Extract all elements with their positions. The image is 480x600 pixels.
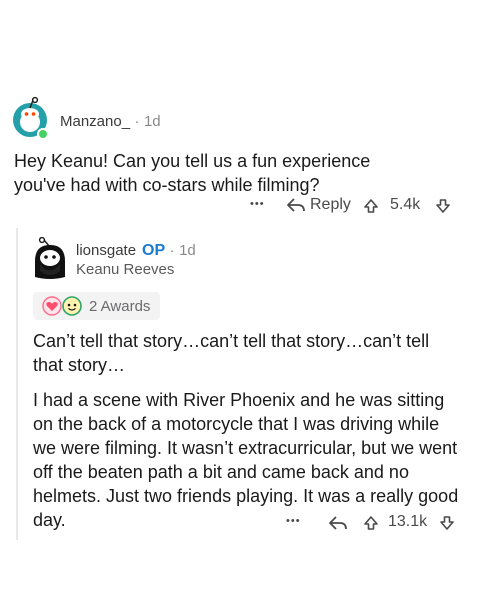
reply-arrow-icon <box>287 198 305 212</box>
comment-avatar[interactable] <box>10 96 50 140</box>
comment-meta: Manzano_ · 1d <box>60 113 161 131</box>
reply-time: 1d <box>179 242 196 259</box>
separator-dot: · <box>134 113 140 130</box>
reply-actions: ••• 13.1k <box>280 513 470 535</box>
more-options-button[interactable]: ••• <box>286 515 301 527</box>
upvote-arrow-icon <box>364 516 378 530</box>
reply-button[interactable]: Reply <box>286 196 351 214</box>
user-flair: Keanu Reeves <box>76 261 175 278</box>
reply-username[interactable]: lionsgate <box>76 242 136 259</box>
comment-actions: ••• Reply 5.4k <box>250 196 470 218</box>
reply-label: Reply <box>310 196 351 213</box>
reddit-snoo-icon <box>13 96 49 140</box>
upvote-button[interactable] <box>364 198 378 219</box>
downvote-arrow-icon <box>436 199 450 213</box>
reply-arrow-icon <box>329 516 347 530</box>
more-options-button[interactable]: ••• <box>250 198 265 210</box>
awards-pill[interactable]: 2 Awards <box>33 292 160 320</box>
wholesome-award-icon <box>62 296 82 316</box>
keanu-snoo-avatar-icon <box>35 236 65 279</box>
downvote-arrow-icon <box>440 516 454 530</box>
heart-award-icon <box>42 296 62 316</box>
reply-score: 13.1k <box>388 513 428 530</box>
thread-line[interactable] <box>16 228 18 540</box>
separator-dot: · <box>169 242 175 259</box>
upvote-button[interactable] <box>364 515 378 536</box>
downvote-button[interactable] <box>436 198 450 219</box>
comment-body: Hey Keanu! Can you tell us a fun experie… <box>14 151 371 195</box>
comment-score: 5.4k <box>390 196 421 213</box>
awards-count-label: 2 Awards <box>89 297 151 315</box>
upvote-arrow-icon <box>364 199 378 213</box>
comment-time: 1d <box>143 113 161 130</box>
reply-paragraph-1: Can’t tell that story…can’t tell that st… <box>33 331 430 375</box>
comment-username[interactable]: Manzano_ <box>60 113 130 130</box>
downvote-button[interactable] <box>440 515 454 536</box>
reply-button[interactable] <box>328 514 348 537</box>
reply-avatar[interactable] <box>30 236 70 281</box>
reply-meta: lionsgate OP · 1d <box>76 242 196 260</box>
op-badge: OP <box>142 242 166 259</box>
reply-paragraph-2: I had a scene with River Phoenix and he … <box>33 390 459 530</box>
